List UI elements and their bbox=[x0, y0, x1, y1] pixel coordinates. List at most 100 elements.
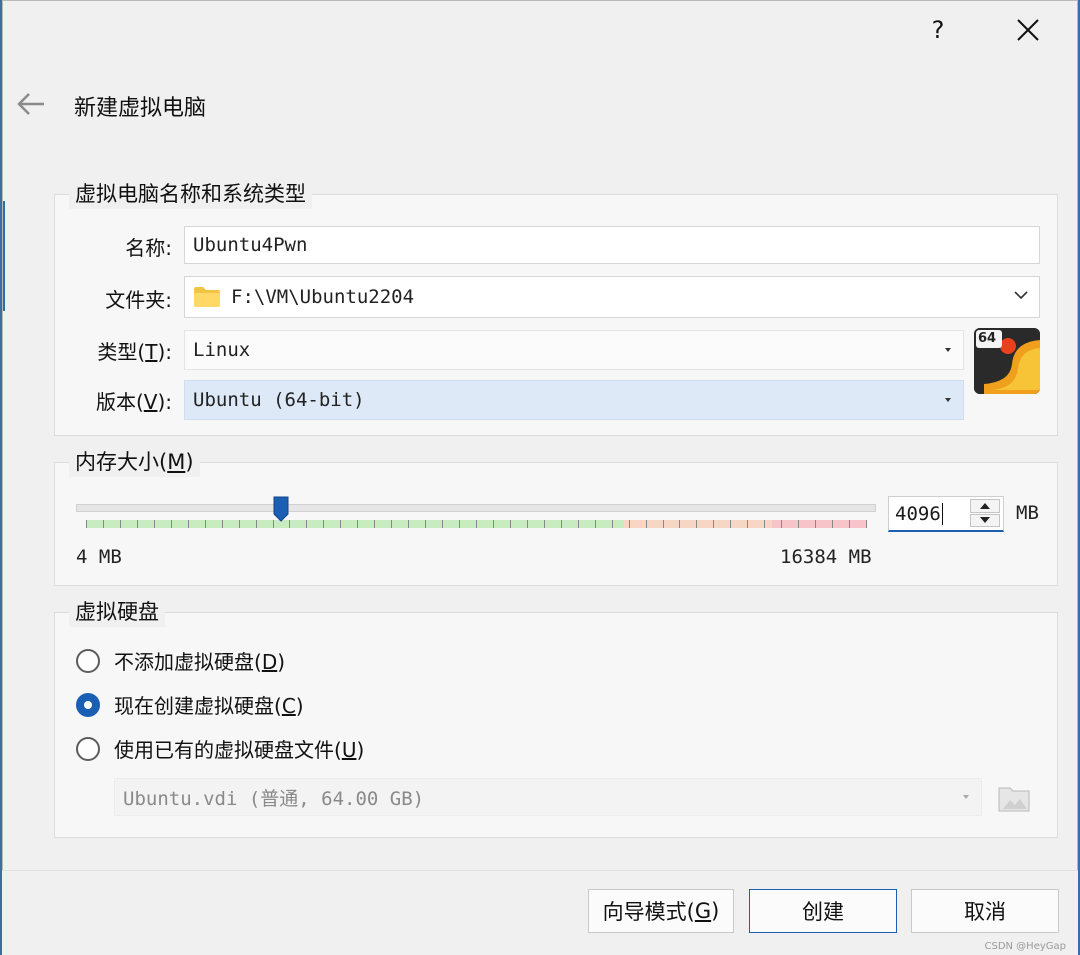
os-type-icon: 64 bbox=[974, 328, 1040, 394]
slider-tick bbox=[679, 520, 680, 528]
slider-tick bbox=[544, 520, 545, 528]
existing-disk-select[interactable]: Ubuntu.vdi (普通, 64.00 GB) bbox=[114, 778, 982, 816]
arrow-left-icon bbox=[17, 93, 44, 115]
back-button[interactable] bbox=[14, 90, 48, 118]
slider-tick bbox=[595, 520, 596, 528]
slider-tick bbox=[137, 520, 138, 528]
slider-tick bbox=[510, 520, 511, 528]
text-caret bbox=[941, 502, 943, 525]
slider-tick bbox=[476, 520, 477, 528]
radio-existing-disk[interactable]: 使用已有的虚拟硬盘文件(U) bbox=[76, 734, 364, 763]
slider-tick bbox=[747, 520, 748, 528]
memory-unit-label: MB bbox=[1016, 502, 1039, 524]
slider-tick bbox=[459, 520, 460, 528]
slider-tick bbox=[798, 520, 799, 528]
type-select[interactable]: Linux bbox=[184, 330, 964, 370]
memory-spinbox[interactable]: 4096 bbox=[888, 496, 1004, 532]
slider-tick bbox=[188, 520, 189, 528]
slider-tick bbox=[629, 520, 630, 528]
slider-tick bbox=[493, 520, 494, 528]
virtual-disk-legend: 虚拟硬盘 bbox=[69, 597, 165, 627]
memory-max-label: 16384 MB bbox=[780, 546, 872, 568]
slider-tick bbox=[391, 520, 392, 528]
folder-combo[interactable]: F:\VM\Ubuntu2204 bbox=[184, 276, 1040, 318]
radio-button[interactable] bbox=[76, 648, 100, 673]
chevron-down-icon[interactable] bbox=[1013, 289, 1029, 301]
slider-tick bbox=[340, 520, 341, 528]
radio-button[interactable] bbox=[76, 692, 100, 717]
memory-legend: 内存大小(M) bbox=[69, 447, 200, 477]
radio-label: 不添加虚拟硬盘(D) bbox=[114, 650, 286, 674]
os-badge-text: 64 bbox=[978, 331, 997, 346]
slider-tick bbox=[646, 520, 647, 528]
slider-tick bbox=[256, 520, 257, 528]
slider-tick bbox=[323, 520, 324, 528]
name-input[interactable]: Ubuntu4Pwn bbox=[184, 226, 1040, 264]
slider-tick bbox=[425, 520, 426, 528]
slider-tick bbox=[561, 520, 562, 528]
folder-browse-icon bbox=[998, 787, 1030, 812]
slider-tick bbox=[408, 520, 409, 528]
background-strip bbox=[3, 201, 5, 311]
slider-tick bbox=[527, 520, 528, 528]
page-title: 新建虚拟电脑 bbox=[74, 96, 207, 121]
create-button[interactable]: 创建 bbox=[749, 889, 897, 933]
memory-slider-handle[interactable] bbox=[273, 496, 289, 522]
slider-tick bbox=[713, 520, 714, 528]
spin-up-button[interactable] bbox=[970, 499, 1000, 513]
radio-no-disk[interactable]: 不添加虚拟硬盘(D) bbox=[76, 646, 285, 675]
close-button[interactable] bbox=[1008, 12, 1048, 48]
version-select[interactable]: Ubuntu (64-bit) bbox=[184, 380, 964, 420]
slider-tick bbox=[205, 520, 206, 528]
slider-tick bbox=[222, 520, 223, 528]
help-button[interactable]: ? bbox=[918, 12, 958, 48]
memory-slider-track[interactable] bbox=[76, 504, 876, 512]
type-label: 类型(T): bbox=[97, 340, 172, 364]
guided-mode-button[interactable]: 向导模式(G) bbox=[588, 889, 734, 933]
radio-create-disk[interactable]: 现在创建虚拟硬盘(C) bbox=[76, 690, 304, 719]
radio-button[interactable] bbox=[76, 736, 100, 761]
name-input-value: Ubuntu4Pwn bbox=[193, 234, 308, 256]
name-and-os-legend: 虚拟电脑名称和系统类型 bbox=[69, 179, 312, 209]
arrow-up-icon bbox=[980, 502, 990, 509]
version-select-value: Ubuntu (64-bit) bbox=[193, 389, 365, 411]
slider-tick bbox=[86, 520, 87, 528]
slider-tick bbox=[103, 520, 104, 528]
slider-tick bbox=[612, 520, 613, 528]
slider-tick bbox=[239, 520, 240, 528]
slider-tick bbox=[357, 520, 358, 528]
radio-label: 使用已有的虚拟硬盘文件(U) bbox=[114, 738, 365, 762]
cancel-button[interactable]: 取消 bbox=[911, 889, 1059, 933]
watermark: CSDN @HeyGap bbox=[984, 941, 1066, 952]
memory-min-label: 4 MB bbox=[76, 546, 122, 568]
existing-disk-value: Ubuntu.vdi (普通, 64.00 GB) bbox=[123, 787, 425, 810]
slider-tick bbox=[730, 520, 731, 528]
folder-icon bbox=[193, 286, 221, 308]
slider-tick bbox=[781, 520, 782, 528]
slider-tick bbox=[849, 520, 850, 528]
spin-buttons bbox=[970, 499, 1000, 527]
spin-down-button[interactable] bbox=[970, 513, 1000, 527]
slider-tick bbox=[374, 520, 375, 528]
name-label: 名称: bbox=[125, 236, 172, 260]
slider-tick bbox=[815, 520, 816, 528]
slider-tick bbox=[866, 520, 867, 528]
close-icon bbox=[1017, 19, 1039, 41]
dropdown-arrow-icon bbox=[945, 398, 951, 402]
slider-tick bbox=[154, 520, 155, 528]
folder-label: 文件夹: bbox=[105, 288, 172, 312]
arrow-down-icon bbox=[980, 517, 990, 524]
slider-tick bbox=[663, 520, 664, 528]
slider-tick bbox=[578, 520, 579, 528]
slider-tick bbox=[764, 520, 765, 528]
memory-value: 4096 bbox=[895, 502, 941, 525]
slider-tick bbox=[696, 520, 697, 528]
dropdown-arrow-icon bbox=[963, 795, 969, 799]
version-label: 版本(V): bbox=[95, 390, 172, 414]
slider-tick bbox=[120, 520, 121, 528]
slider-tick bbox=[289, 520, 290, 528]
memory-scale-danger bbox=[772, 520, 866, 528]
slider-tick bbox=[306, 520, 307, 528]
type-select-value: Linux bbox=[193, 339, 251, 361]
browse-disk-button[interactable] bbox=[996, 780, 1032, 814]
